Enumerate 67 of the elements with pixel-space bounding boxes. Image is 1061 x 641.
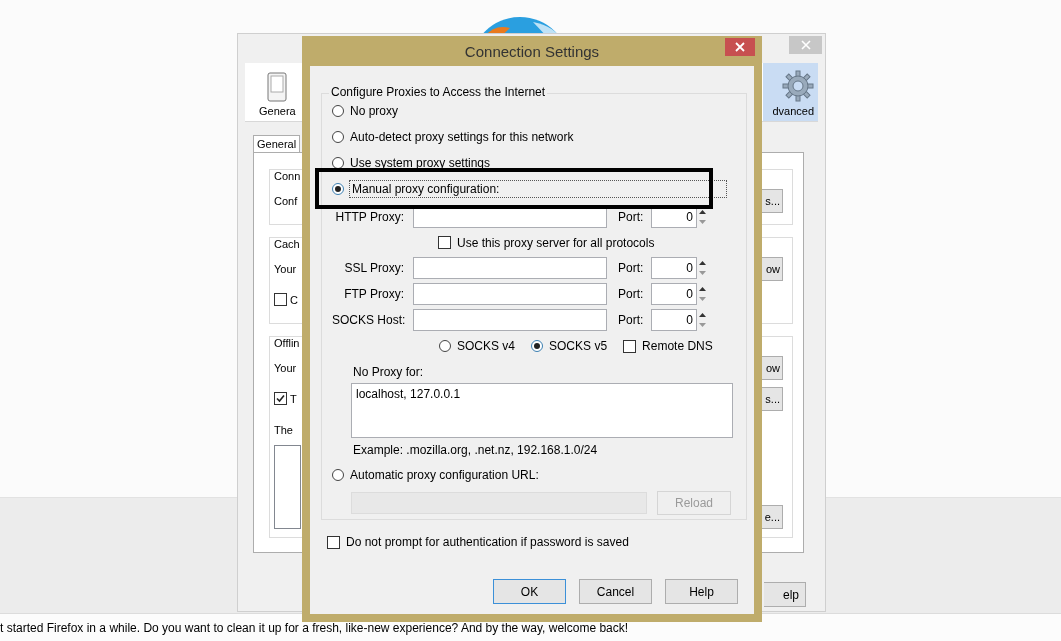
checkbox-label: C: [290, 293, 298, 306]
hint-text: Example: .mozilla.org, .net.nz, 192.168.1.0/24: [353, 443, 598, 457]
setting-text: Conf: [274, 194, 298, 207]
toolbar-button[interactable]: dvanced: [763, 63, 818, 121]
radio-button[interactable]: [531, 340, 544, 352]
port-field[interactable]: 0: [651, 283, 697, 305]
settings-button[interactable]: e...: [761, 505, 783, 529]
group-title: Conn: [274, 169, 301, 184]
toolbar-button[interactable]: Genera: [245, 63, 300, 121]
checkbox-label: Do not prompt for authentication if password is saved: [346, 535, 629, 549]
radio-button[interactable]: [332, 183, 344, 195]
checkbox[interactable]: [274, 293, 287, 306]
settings-button[interactable]: ow: [761, 256, 783, 281]
radio-label: SOCKS v4: [457, 339, 516, 353]
notification-text: t started Firefox in a while. Do you want to clean it up for a fresh, like-new experience? And by the way, welcome back!: [0, 621, 629, 635]
radio-label: Automatic proxy configuration URL:: [350, 468, 539, 482]
input-field[interactable]: [413, 309, 607, 331]
switch-icon: [267, 72, 288, 102]
gear-icon: [782, 70, 814, 102]
window-title: Connection Settings: [464, 42, 600, 60]
port-field[interactable]: 0: [651, 257, 697, 279]
settings-button[interactable]: s...: [761, 386, 783, 411]
dialog-button[interactable]: Cancel: [579, 579, 652, 604]
dialog-button[interactable]: Help: [665, 579, 738, 604]
group-title: Offlin: [274, 336, 300, 351]
radio-label: No proxy: [350, 104, 399, 118]
radio-button[interactable]: [332, 105, 344, 117]
checkbox[interactable]: [438, 236, 451, 249]
settings-button[interactable]: s...: [761, 188, 783, 213]
radio-button[interactable]: [332, 131, 344, 143]
radio-button[interactable]: [439, 340, 451, 352]
field-label: HTTP Proxy:: [334, 210, 405, 224]
checkbox[interactable]: [623, 339, 637, 353]
checkbox[interactable]: [274, 392, 287, 405]
checkbox-label: Use this proxy server for all protocols: [457, 235, 655, 250]
group-title: Configure Proxies to Access the Internet: [329, 85, 548, 99]
setting-text: Your: [274, 361, 297, 374]
window-button[interactable]: elp: [764, 582, 806, 607]
radio-label: Auto-detect proxy settings for this network: [350, 130, 574, 144]
checkbox[interactable]: [327, 535, 340, 549]
dialog-button[interactable]: OK: [493, 579, 566, 604]
close-button[interactable]: [725, 38, 755, 56]
tab[interactable]: General: [253, 135, 301, 152]
setting-text: Your: [274, 262, 297, 275]
radio-button[interactable]: [332, 157, 344, 169]
text-area[interactable]: [274, 445, 301, 529]
input-field[interactable]: [413, 257, 607, 279]
close-icon: [800, 40, 811, 50]
checkbox-label: T: [290, 392, 297, 405]
checkbox-label: Remote DNS: [642, 339, 713, 353]
port-field[interactable]: 0: [651, 309, 697, 331]
field-label: SSL Proxy:: [343, 261, 405, 275]
field-label: Port:: [617, 287, 645, 301]
field-label: SOCKS Host:: [332, 313, 407, 327]
input-field[interactable]: [413, 283, 607, 305]
field-label: Port:: [617, 313, 645, 327]
field-label: No Proxy for:: [353, 365, 424, 379]
close-icon: [735, 42, 745, 52]
setting-text: The: [274, 423, 293, 436]
field-label: FTP Proxy:: [343, 287, 405, 301]
field-label: Port:: [617, 210, 645, 224]
group-title: Cach: [274, 237, 300, 252]
settings-button[interactable]: ow: [761, 355, 783, 380]
text-area[interactable]: localhost, 127.0.0.1: [351, 383, 733, 438]
radio-label: Manual proxy configuration:: [350, 181, 726, 197]
field-label: Port:: [617, 261, 645, 275]
radio-label: SOCKS v5: [549, 339, 608, 353]
